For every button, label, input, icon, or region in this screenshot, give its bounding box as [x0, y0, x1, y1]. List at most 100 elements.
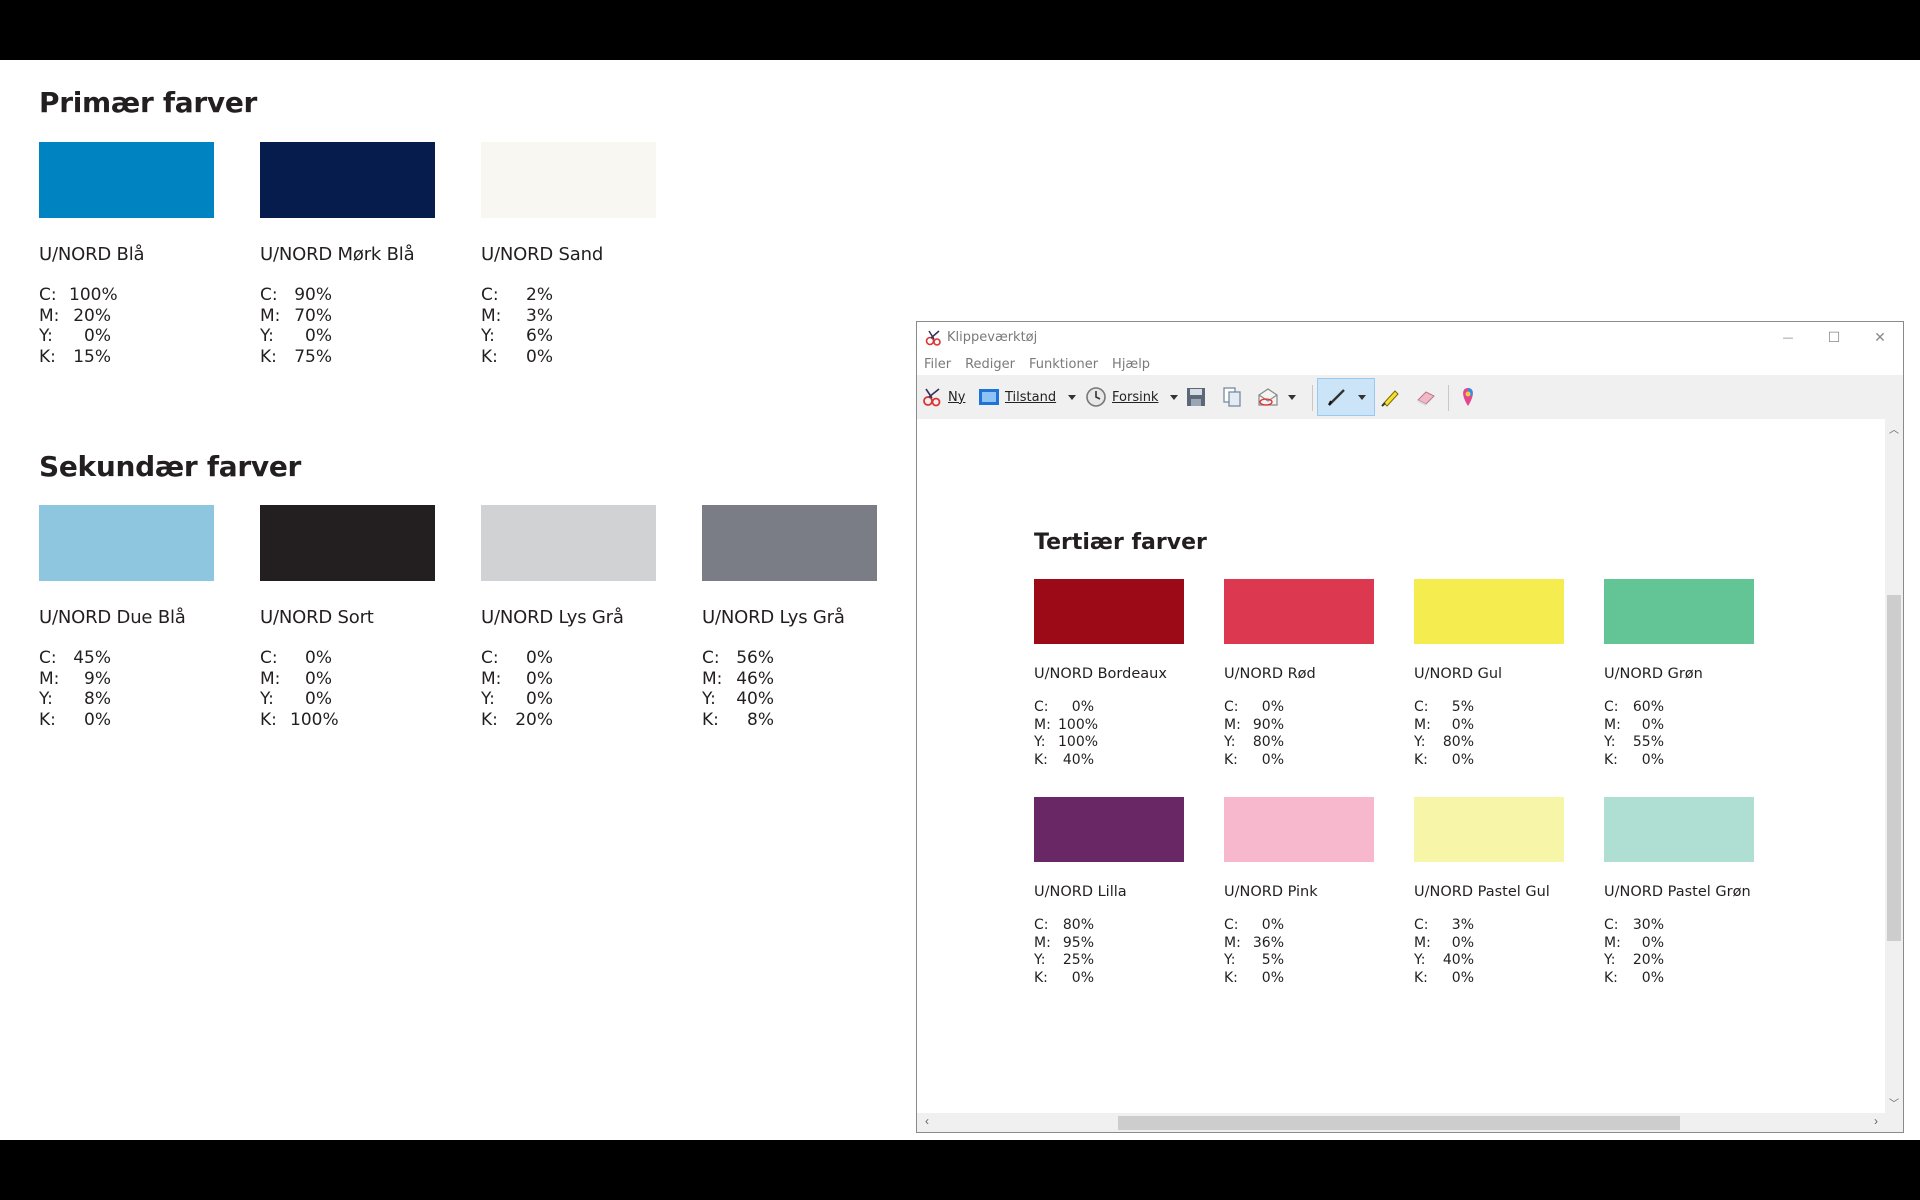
cmyk-value: 8% — [84, 689, 111, 709]
eraser-button[interactable] — [1415, 381, 1442, 413]
cmyk-label: C: — [1034, 917, 1049, 933]
cmyk-value: 6% — [526, 326, 553, 346]
cmyk-value: 0% — [305, 648, 332, 668]
cmyk-label: C: — [1224, 917, 1239, 933]
maximize-button[interactable]: ☐ — [1811, 322, 1857, 353]
mode-dropdown-icon[interactable] — [1068, 394, 1077, 400]
cmyk-value: 25% — [1062, 952, 1094, 968]
pen-icon — [1328, 389, 1345, 406]
cmyk-label: C: — [481, 285, 499, 305]
color-name: U/NORD Lilla — [1034, 884, 1127, 900]
color-card: U/NORD Gul C: 5% M: 0% Y: 80% K: 0% — [1414, 579, 1564, 769]
resize-grip-icon[interactable] — [1885, 1113, 1903, 1132]
cmyk-label: K: — [39, 346, 56, 367]
color-card: U/NORD Lys Grå C: 0% M: 0% Y: 0% K: 20% — [481, 505, 656, 730]
menu-hjaelp[interactable]: Hjælp — [1105, 353, 1157, 375]
cmyk-label: C: — [481, 648, 499, 668]
color-card: U/NORD Sand C: 2% M: 3% Y: 6% K: 0% — [481, 142, 656, 367]
copy-button[interactable] — [1221, 381, 1248, 413]
cmyk-value: 0% — [1071, 699, 1094, 715]
color-card: U/NORD Due Blå C: 45% M: 9% Y: 8% K: 0% — [39, 505, 214, 730]
color-card: U/NORD Sort C: 0% M: 0% Y: 0% K: 100% — [260, 505, 435, 730]
cmyk-values: C: 90% M: 70% Y: 0% K: 75% — [260, 285, 435, 367]
cmyk-value: 0% — [1641, 934, 1664, 951]
window-title: Klippeværktøj — [947, 330, 1038, 345]
color-name: U/NORD Pastel Gul — [1414, 884, 1550, 900]
cmyk-value: 0% — [1261, 699, 1284, 715]
cmyk-values: C: 80% M: 95% Y: 25% K: 0% — [1034, 917, 1184, 987]
delay-button[interactable]: Forsink — [1085, 381, 1179, 413]
menu-bar: Filer Rediger Funktioner Hjælp — [917, 353, 1903, 375]
menu-filer[interactable]: Filer — [917, 353, 958, 375]
color-card: U/NORD Bordeaux C: 0% M: 100% Y: 100% K: 40% — [1034, 579, 1184, 769]
horizontal-scroll-thumb[interactable] — [1118, 1116, 1680, 1130]
highlighter-button[interactable] — [1379, 381, 1406, 413]
send-dropdown-icon[interactable] — [1288, 394, 1296, 400]
scroll-up-icon[interactable]: ︿ — [1885, 421, 1903, 437]
scroll-left-icon[interactable]: ‹ — [919, 1114, 935, 1131]
cmyk-label: Y: — [260, 326, 274, 346]
cmyk-values: C: 100% M: 20% Y: 0% K: 15% — [39, 285, 214, 367]
paint3d-button[interactable] — [1457, 381, 1484, 413]
cmyk-label: M: — [1224, 934, 1241, 951]
cmyk-label: C: — [1224, 699, 1239, 715]
color-name: U/NORD Pink — [1224, 884, 1318, 900]
title-bar[interactable]: Klippeværktøj — ☐ ✕ — [917, 322, 1903, 353]
cmyk-row-m: M: 3% — [481, 306, 656, 327]
cmyk-value: 0% — [305, 326, 332, 346]
color-name: U/NORD Rød — [1224, 666, 1316, 682]
clock-icon — [1086, 387, 1106, 407]
mode-label: Tilstand — [1005, 389, 1057, 405]
cmyk-row-c: C: 60% — [1604, 699, 1754, 717]
cmyk-label: M: — [1604, 934, 1621, 951]
cmyk-value: 0% — [526, 668, 553, 689]
mode-button[interactable]: Tilstand — [978, 381, 1077, 413]
cmyk-value: 100% — [290, 709, 339, 730]
new-snip-icon — [923, 388, 941, 407]
cmyk-value: 3% — [1451, 917, 1474, 933]
cmyk-value: 0% — [305, 668, 332, 689]
cmyk-values: C: 0% M: 36% Y: 5% K: 0% — [1224, 917, 1374, 987]
highlighter-icon — [1381, 390, 1399, 407]
color-swatch — [1224, 797, 1374, 862]
delay-dropdown-icon[interactable] — [1170, 394, 1179, 400]
cmyk-row-y: Y: 0% — [39, 326, 214, 347]
cmyk-label: K: — [481, 709, 498, 730]
color-swatch — [260, 142, 435, 218]
scroll-right-icon[interactable]: › — [1868, 1114, 1884, 1131]
cmyk-label: Y: — [481, 689, 495, 709]
snipping-tool-window[interactable]: Klippeværktøj — ☐ ✕ Filer Rediger Funkti… — [916, 321, 1904, 1133]
cmyk-row-m: M: 100% — [1034, 717, 1184, 735]
cmyk-label: K: — [1414, 751, 1428, 768]
menu-funktioner[interactable]: Funktioner — [1022, 353, 1105, 375]
cmyk-row-k: K: 0% — [1604, 970, 1754, 988]
toolbar: Ny Tilstand Forsink — [917, 375, 1903, 420]
color-card: U/NORD Lys Grå C: 56% M: 46% Y: 40% K: 8% — [702, 505, 877, 730]
new-snip-button[interactable]: Ny — [921, 381, 965, 413]
cmyk-label: M: — [1414, 716, 1431, 733]
horizontal-scrollbar[interactable]: ‹ › — [917, 1113, 1886, 1132]
close-button[interactable]: ✕ — [1857, 322, 1903, 353]
vertical-scroll-thumb[interactable] — [1887, 595, 1901, 941]
cmyk-row-m: M: 0% — [481, 669, 656, 690]
send-snip-button[interactable] — [1257, 381, 1296, 413]
save-button[interactable] — [1185, 381, 1212, 413]
cmyk-value: 80% — [1062, 917, 1094, 933]
cmyk-value: 5% — [1451, 699, 1474, 715]
cmyk-label: Y: — [39, 689, 53, 709]
cmyk-row-k: K: 75% — [260, 347, 435, 368]
cmyk-label: M: — [1224, 716, 1241, 733]
cmyk-label: K: — [1224, 969, 1238, 986]
cmyk-row-m: M: 70% — [260, 306, 435, 327]
pen-dropdown-icon[interactable] — [1358, 394, 1366, 400]
cmyk-label: C: — [260, 285, 278, 305]
vertical-scrollbar[interactable]: ︿ ﹀ — [1885, 419, 1903, 1113]
scroll-down-icon[interactable]: ﹀ — [1885, 1095, 1903, 1111]
menu-rediger[interactable]: Rediger — [958, 353, 1022, 375]
minimize-button[interactable]: — — [1765, 322, 1811, 353]
cmyk-value: 0% — [1451, 934, 1474, 951]
pen-button[interactable] — [1317, 378, 1375, 416]
snip-canvas[interactable]: Tertiær farver U/NORD Bordeaux C: 0% M: 100%… — [917, 419, 1886, 1113]
cmyk-value: 2% — [526, 285, 553, 305]
cmyk-row-c: C: 5% — [1414, 699, 1564, 717]
